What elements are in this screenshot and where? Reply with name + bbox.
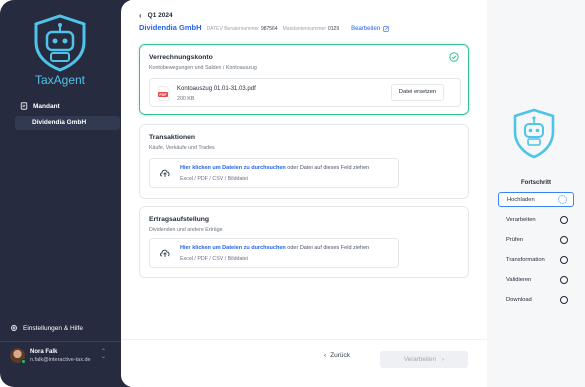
online-status-dot (21, 359, 26, 364)
breadcrumb[interactable]: ‹ Q1 2024 (139, 11, 173, 20)
mandant-number-label: Mandantennummer (282, 26, 326, 32)
company-meta: Dividendia GmbH DATEV Beraternummer 9875… (139, 23, 389, 32)
step-label: Transformation (506, 256, 545, 263)
document-icon (20, 102, 28, 110)
step-label: Prüfen (506, 236, 524, 243)
sidebar-divider (0, 341, 130, 342)
step-circle-icon (560, 275, 568, 284)
footer-divider (121, 339, 487, 340)
chevron-left-icon: ‹ (139, 11, 142, 20)
card-title: Verrechnungskonto (149, 54, 213, 61)
check-circle-icon (449, 52, 459, 62)
card-subtitle: Dividenden und andere Erträge (149, 227, 223, 233)
dropzone-text: Hier klicken um Dateien zu durchsuchen o… (180, 245, 369, 251)
robot-shield-logo (513, 108, 555, 159)
step-label: Validieren (506, 276, 532, 283)
user-email: n.falk@interactive-tax.de (30, 356, 91, 363)
step-verarbeiten[interactable]: Verarbeiten (498, 212, 574, 227)
step-download[interactable]: Download (498, 292, 574, 307)
replace-file-button[interactable]: Datei ersetzen (391, 84, 444, 101)
edit-icon (383, 26, 389, 32)
spinner-icon (558, 195, 567, 204)
avatar (10, 348, 26, 364)
step-label: Hochladen (507, 196, 535, 203)
browse-files-link[interactable]: Hier klicken um Dateien zu durchsuchen (180, 245, 286, 251)
chevron-updown-icon[interactable]: ⌃ ⌄ (101, 349, 106, 360)
accepted-formats: Excel / PDF / CSV / Bilddatei (180, 256, 249, 262)
back-button[interactable]: ‹ Zurück (324, 352, 350, 359)
step-label: Download (506, 296, 532, 303)
drop-hint: oder Datei auf dieses Feld ziehen (287, 165, 370, 171)
uploaded-file: PDF Kontoauszug 01.01-31.03.pdf 200 KB D… (149, 78, 461, 107)
settings-link[interactable]: Einstellungen & Hilfe (10, 324, 83, 332)
mandant-number-value: 0129 (327, 26, 340, 32)
company-name: Dividendia GmbH (139, 23, 202, 32)
datev-label: DATEV Beraternummer (206, 26, 259, 32)
accepted-formats: Excel / PDF / CSV / Bilddatei (180, 176, 249, 182)
card-transaktionen: Transaktionen Käufe, Verkäufe und Trades… (139, 124, 469, 199)
file-name: Kontoauszug 01.01-31.03.pdf (177, 86, 256, 92)
sidebar-item-client[interactable]: Dividendia GmbH (15, 116, 120, 130)
file-dropzone[interactable]: Hier klicken um Dateien zu durchsuchen o… (149, 238, 399, 268)
card-subtitle: Kontobewegungen und Salden / Kontoauszug (149, 65, 257, 71)
card-subtitle: Käufe, Verkäufe und Trades (149, 145, 215, 151)
chevron-left-icon: ‹ (324, 352, 327, 359)
main-content: ‹ Q1 2024 Dividendia GmbH DATEV Beratern… (121, 0, 487, 387)
user-name: Nora Falk (30, 348, 58, 355)
period-label: Q1 2024 (147, 12, 173, 19)
card-title: Transaktionen (149, 134, 196, 141)
pdf-icon-label: PDF (159, 93, 167, 97)
card-title: Ertragsaufstellung (149, 216, 210, 223)
browse-files-link[interactable]: Hier klicken um Dateien zu durchsuchen (180, 165, 286, 171)
step-validieren[interactable]: Validieren (498, 272, 574, 287)
step-circle-icon (560, 215, 568, 224)
process-button[interactable]: Verarbeiten › (380, 351, 468, 368)
dropzone-text: Hier klicken um Dateien zu durchsuchen o… (180, 165, 369, 171)
step-hochladen[interactable]: Hochladen (498, 192, 574, 207)
step-pruefen[interactable]: Prüfen (498, 232, 574, 247)
progress-title: Fortschritt (521, 180, 551, 186)
card-ertragsaufstellung: Ertragsaufstellung Dividenden und andere… (139, 206, 469, 278)
robot-shield-logo (28, 12, 92, 74)
step-label: Verarbeiten (506, 216, 536, 223)
user-profile[interactable]: Nora Falk n.falk@interactive-tax.de (10, 348, 91, 364)
pdf-file-icon: PDF (158, 86, 170, 101)
nav-mandant[interactable]: Mandant (20, 102, 60, 110)
edit-label: Bearbeiten (351, 26, 381, 32)
file-size: 200 KB (177, 96, 195, 102)
gear-icon (11, 325, 17, 331)
progress-panel: Fortschritt Hochladen Verarbeiten Prüfen… (487, 0, 585, 387)
nav-mandant-label: Mandant (33, 102, 60, 110)
step-circle-icon (560, 255, 568, 264)
step-circle-icon (560, 295, 568, 304)
sidebar: TaxAgent Mandant Dividendia GmbH Einstel… (0, 0, 130, 387)
edit-link[interactable]: Bearbeiten (351, 26, 389, 32)
card-verrechnungskonto: Verrechnungskonto Kontobewegungen und Sa… (139, 44, 469, 115)
process-label: Verarbeiten (403, 356, 437, 363)
file-dropzone[interactable]: Hier klicken um Dateien zu durchsuchen o… (149, 158, 399, 188)
back-label: Zurück (330, 352, 351, 359)
upload-cloud-icon (160, 249, 170, 257)
step-transformation[interactable]: Transformation (498, 252, 574, 267)
settings-label: Einstellungen & Hilfe (23, 324, 83, 332)
brand-name: TaxAgent (34, 73, 86, 87)
drop-hint: oder Datei auf dieses Feld ziehen (287, 245, 370, 251)
datev-value: 987564 (260, 26, 278, 32)
chevron-right-icon: › (442, 356, 445, 363)
upload-cloud-icon (160, 169, 170, 177)
step-circle-icon (560, 235, 568, 244)
